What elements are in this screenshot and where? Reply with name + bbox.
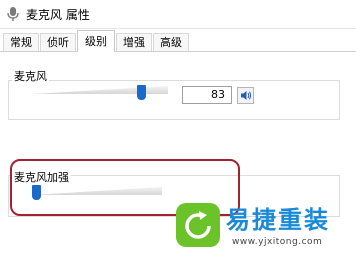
watermark-name: 易捷重装 [226,206,330,234]
tab-general[interactable]: 常规 [3,33,39,51]
microphone-slider-track[interactable] [32,86,168,94]
microphone-label: 麦克风 [12,68,49,84]
microphone-slider-thumb[interactable] [137,85,147,100]
title-bar: 麦克风 属性 [0,0,356,29]
window-title: 麦克风 属性 [26,8,90,22]
microphone-level-value[interactable]: 83 [182,86,232,104]
speaker-icon [241,91,252,100]
tab-advanced[interactable]: 高级 [153,33,189,51]
tab-enhancements[interactable]: 增强 [116,33,152,51]
tab-listen[interactable]: 侦听 [40,33,76,51]
microphone-icon [7,7,19,21]
refresh-arrow-icon [176,203,220,247]
tab-divider [0,51,356,52]
watermark-url: www.yjxitong.com [232,237,323,247]
tab-levels[interactable]: 级别 [77,30,115,52]
slider-track-fill [32,86,168,94]
tab-bar: 常规 侦听 级别 增强 高级 [0,28,356,52]
mute-button[interactable] [237,87,254,104]
